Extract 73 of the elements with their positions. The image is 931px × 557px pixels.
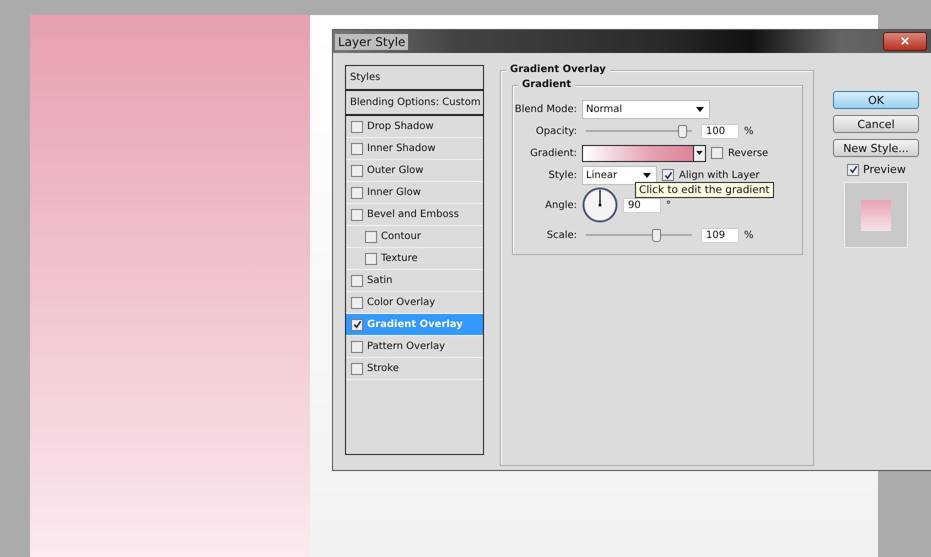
effect-item[interactable]: Inner Shadow <box>346 138 483 160</box>
styles-list-header[interactable]: Styles <box>346 66 483 91</box>
unit-label: ° <box>666 200 671 211</box>
preview-swatch <box>861 200 891 230</box>
checkbox[interactable] <box>351 164 363 176</box>
group-title: Gradient <box>518 79 576 90</box>
field-label: Angle: <box>544 200 577 210</box>
gradient-swatch[interactable] <box>583 146 693 160</box>
checkbox[interactable] <box>365 252 377 264</box>
styles-list-header[interactable]: Blending Options: Custom <box>346 91 483 116</box>
effect-item[interactable]: Contour <box>346 226 483 248</box>
angle-dial[interactable] <box>582 187 618 223</box>
checkbox[interactable] <box>662 169 674 181</box>
checkbox[interactable] <box>351 274 363 286</box>
tooltip: Click to edit the gradient <box>635 182 774 198</box>
window-title: Layer Style <box>335 34 408 50</box>
caret-icon <box>696 106 704 112</box>
checkbox[interactable] <box>351 318 363 330</box>
checkbox-label: Align with Layer <box>679 170 760 180</box>
effect-label: Texture <box>381 253 418 264</box>
effect-label: Contour <box>381 231 421 242</box>
effect-label: Pattern Overlay <box>367 341 446 352</box>
effect-item[interactable]: Drop Shadow <box>346 116 483 138</box>
effect-item[interactable]: Bevel and Emboss <box>346 204 483 226</box>
effect-item[interactable]: Outer Glow <box>346 160 483 182</box>
checkbox[interactable] <box>351 186 363 198</box>
angle-field[interactable]: 90 <box>623 198 661 212</box>
effect-item[interactable]: Texture <box>346 248 483 270</box>
effect-label: Satin <box>367 275 393 286</box>
effect-label: Drop Shadow <box>367 121 434 132</box>
gradient-picker[interactable] <box>582 144 706 162</box>
caret-icon <box>643 172 651 178</box>
blend-mode-dropdown[interactable]: Normal <box>582 100 710 118</box>
unit-label: % <box>744 230 754 240</box>
unit-label: % <box>744 126 754 136</box>
effect-label: Stroke <box>367 363 399 374</box>
field-label: Scale: <box>546 230 577 240</box>
slider-thumb[interactable] <box>652 228 661 242</box>
effect-item[interactable]: Inner Glow <box>346 182 483 204</box>
checkbox[interactable] <box>351 120 363 132</box>
close-button[interactable]: × <box>883 32 927 51</box>
dialog-button[interactable]: Cancel <box>833 115 919 133</box>
field-label: Opacity: <box>534 126 577 136</box>
scale-field[interactable]: 109 <box>701 228 739 242</box>
opacity-field[interactable]: 100 <box>701 124 739 138</box>
checkbox-label: Reverse <box>728 148 768 158</box>
checkbox[interactable] <box>351 340 363 352</box>
effect-label: Color Overlay <box>367 297 436 308</box>
group-title: Gradient Overlay <box>506 64 610 75</box>
checkbox[interactable] <box>351 362 363 374</box>
effect-label: Bevel and Emboss <box>367 209 459 220</box>
checkbox[interactable] <box>847 164 859 176</box>
effect-item[interactable]: Stroke <box>346 358 483 380</box>
effect-label: Inner Glow <box>367 187 421 198</box>
slider-thumb[interactable] <box>678 124 688 138</box>
field-label: Style: <box>548 170 577 180</box>
effect-label: Outer Glow <box>367 165 424 176</box>
effect-label: Gradient Overlay <box>367 319 463 330</box>
checkbox-label: Preview <box>863 163 906 176</box>
effect-item[interactable]: Satin <box>346 270 483 292</box>
checkbox[interactable] <box>711 147 723 159</box>
checkbox[interactable] <box>351 142 363 154</box>
checkbox[interactable] <box>351 296 363 308</box>
effect-label: Inner Shadow <box>367 143 436 154</box>
field-label: Gradient: <box>529 148 577 158</box>
dialog-button[interactable]: OK <box>833 91 919 109</box>
style-dropdown[interactable]: Linear <box>582 166 657 184</box>
field-label: Blend Mode: <box>514 104 577 114</box>
dialog-button[interactable]: New Style... <box>833 139 919 157</box>
checkbox[interactable] <box>365 230 377 242</box>
caret-icon[interactable] <box>693 146 705 160</box>
effect-item[interactable]: Pattern Overlay <box>346 336 483 358</box>
checkbox[interactable] <box>351 208 363 220</box>
